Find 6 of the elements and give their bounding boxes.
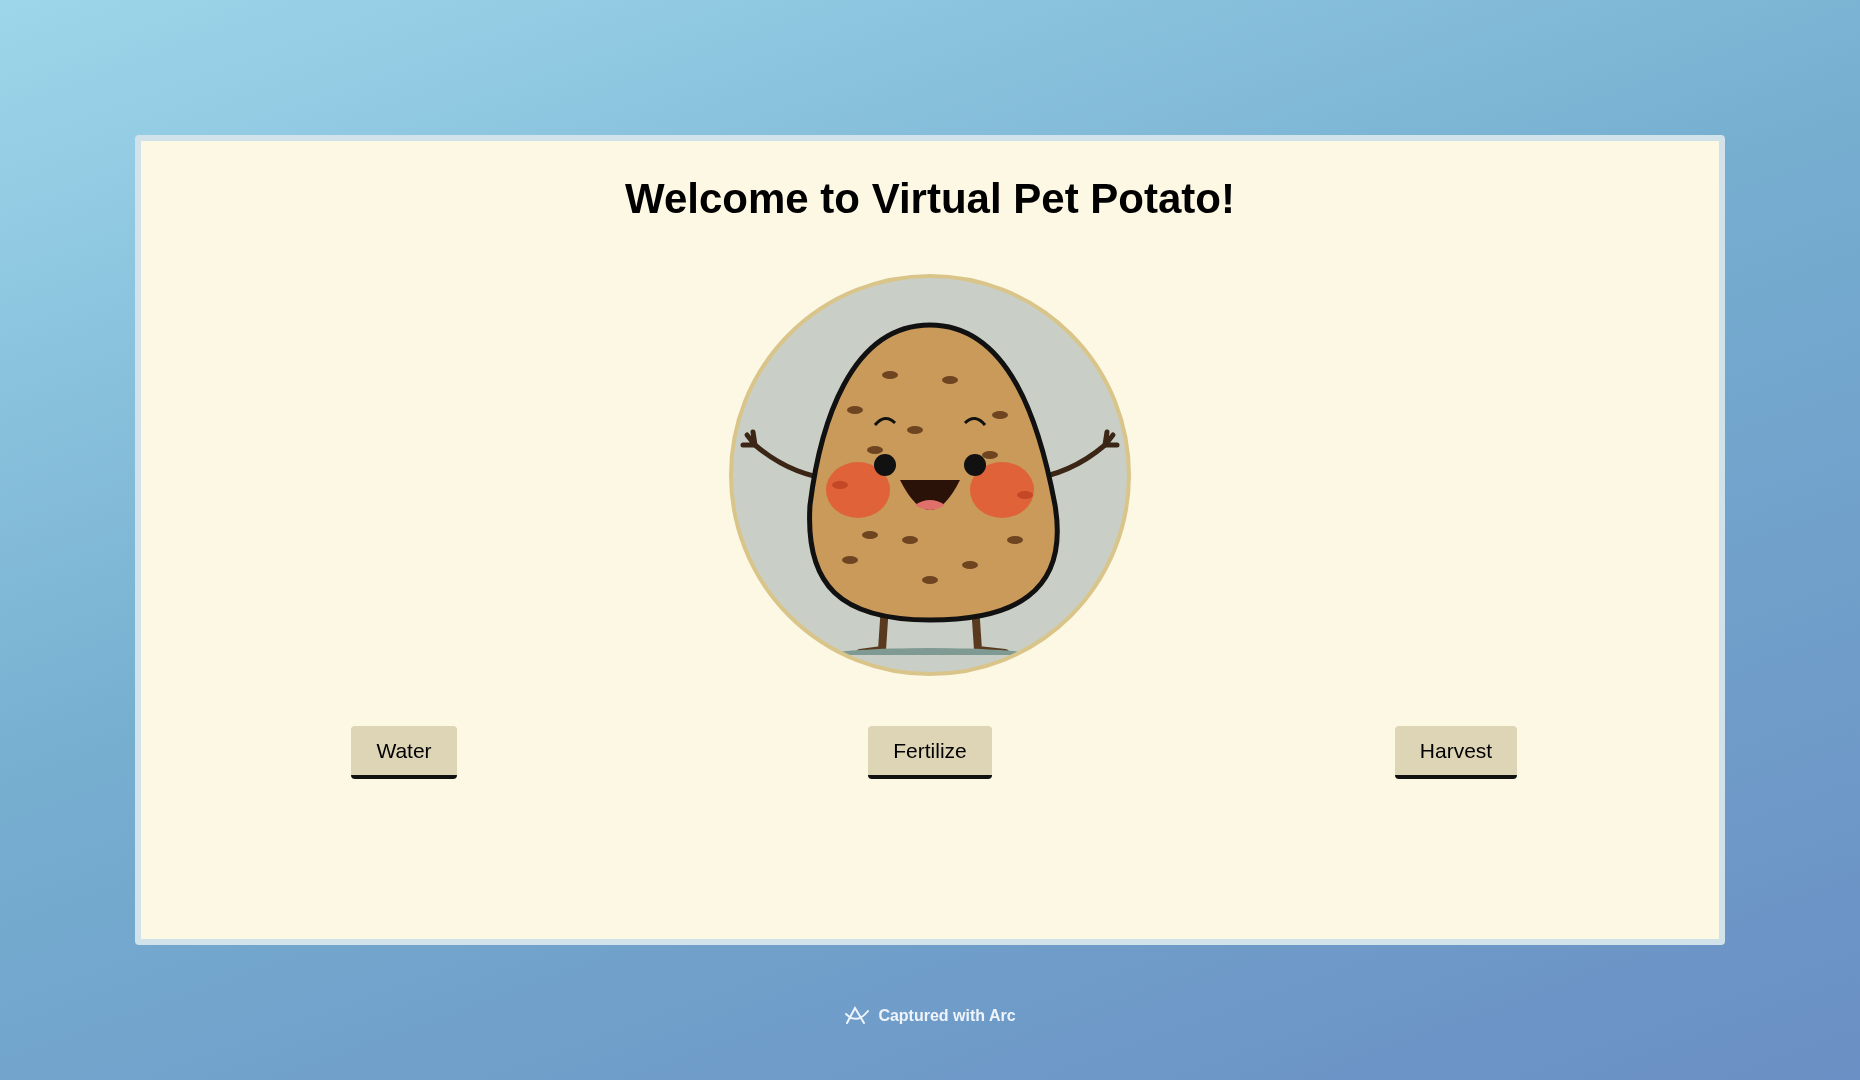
action-button[interactable]: Harvest: [1394, 726, 1518, 779]
arc-logo-icon: [844, 1005, 871, 1027]
action-button[interactable]: Water: [351, 726, 457, 779]
action-button[interactable]: Fertilize: [868, 726, 992, 779]
capture-caption: Captured with Arc: [878, 1007, 1016, 1025]
page-title: Welcome to Virtual Pet Potato!: [625, 174, 1235, 224]
